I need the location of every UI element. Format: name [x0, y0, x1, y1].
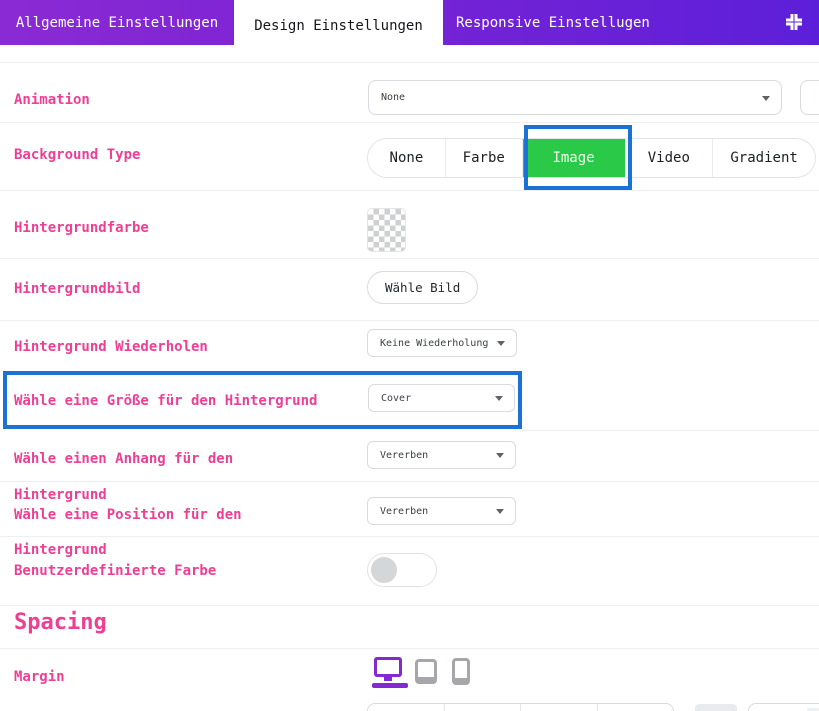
benutzerdefinierte-farbe-label: Benutzerdefinierte Farbe — [14, 563, 216, 579]
divider — [0, 258, 819, 259]
hintergrundbild-label: Hintergrundbild — [14, 281, 140, 297]
tab-bar: Allgemeine Einstellungen Responsive Eins… — [0, 0, 819, 45]
hintergrund-anhang-select[interactable]: Vererben — [367, 441, 516, 469]
hintergrund-wiederholen-select[interactable]: Keine Wiederholung — [367, 329, 517, 357]
toggle-knob — [371, 557, 397, 583]
desktop-icon[interactable] — [374, 657, 406, 689]
mobile-icon[interactable] — [452, 658, 470, 685]
animation-select[interactable]: None — [368, 80, 782, 115]
desktop-icon-screen — [374, 657, 402, 677]
hintergrund-anhang-label-line2: Hintergrund — [14, 487, 107, 503]
tablet-icon-body — [415, 659, 437, 684]
divider — [522, 430, 819, 431]
margin-input-right[interactable] — [445, 704, 522, 711]
background-type-button-group: None Farbe Image Video Gradient — [367, 138, 816, 178]
divider — [0, 536, 819, 537]
background-type-option-farbe[interactable]: Farbe — [446, 139, 523, 177]
margin-input-top[interactable] — [368, 704, 445, 711]
desktop-icon-stand — [384, 677, 392, 681]
background-type-option-gradient[interactable]: Gradient — [713, 139, 815, 177]
animation-side-box[interactable] — [800, 80, 819, 115]
tab-design-einstellungen[interactable]: Design Einstellungen — [234, 0, 443, 52]
background-type-option-image[interactable]: Image — [523, 139, 626, 177]
chevron-down-icon — [496, 509, 504, 514]
tab-allgemeine-einstellungen[interactable]: Allgemeine Einstellungen — [0, 0, 234, 45]
hintergrund-groesse-value: Cover — [381, 393, 411, 404]
background-type-option-video[interactable]: Video — [625, 139, 713, 177]
desktop-icon-active-underline — [372, 683, 408, 688]
margin-input-bottom[interactable] — [521, 704, 598, 711]
color-swatch-transparent[interactable] — [367, 208, 406, 252]
hintergrund-wiederholen-value: Keine Wiederholung — [380, 338, 488, 349]
chevron-down-icon — [497, 341, 505, 346]
hintergrund-position-label-line2: Hintergrund — [14, 542, 107, 558]
divider — [0, 605, 819, 606]
chevron-down-icon — [496, 453, 504, 458]
divider — [0, 648, 819, 649]
animation-label: Animation — [14, 92, 90, 108]
margin-unit-input[interactable] — [748, 703, 819, 711]
design-settings-panel: Allgemeine Einstellungen Responsive Eins… — [0, 0, 819, 711]
margin-link-values-button[interactable] — [695, 704, 737, 711]
chevron-down-icon — [495, 396, 503, 401]
tab-responsive-einstellungen[interactable]: Responsive Einstellugen — [443, 0, 650, 45]
tablet-icon[interactable] — [415, 659, 437, 684]
mobile-icon-body — [452, 658, 470, 685]
animation-select-value: None — [381, 92, 405, 103]
margin-linked-inputs[interactable] — [367, 703, 674, 711]
chevron-down-icon — [762, 96, 770, 101]
hintergrund-position-label-line1: Wähle eine Position für den — [14, 507, 242, 523]
hintergrund-groesse-select[interactable]: Cover — [368, 384, 515, 412]
waehle-bild-button[interactable]: Wähle Bild — [367, 271, 478, 304]
mobile-home-dot — [459, 674, 464, 677]
spacing-section-heading: Spacing — [14, 610, 107, 635]
hintergrund-position-select[interactable]: Vererben — [367, 497, 516, 525]
divider — [0, 62, 819, 63]
divider — [0, 190, 819, 191]
compress-icon[interactable] — [783, 11, 805, 33]
background-type-label: Background Type — [14, 147, 140, 163]
hintergrund-anhang-value: Vererben — [380, 450, 428, 461]
hintergrund-anhang-label-line1: Wähle einen Anhang für den — [14, 451, 233, 467]
divider — [0, 320, 819, 321]
hintergrund-groesse-label: Wähle eine Größe für den Hintergrund — [14, 393, 317, 409]
divider — [0, 122, 819, 123]
hintergrundfarbe-label: Hintergrundfarbe — [14, 220, 149, 236]
margin-input-left[interactable] — [598, 704, 674, 711]
hintergrund-position-value: Vererben — [380, 506, 428, 517]
benutzerdefinierte-farbe-toggle[interactable] — [367, 553, 437, 587]
hintergrund-wiederholen-label: Hintergrund Wiederholen — [14, 339, 208, 355]
background-type-option-none[interactable]: None — [368, 139, 446, 177]
tablet-home-dot — [424, 673, 429, 676]
margin-label: Margin — [14, 669, 65, 685]
divider — [0, 481, 819, 482]
